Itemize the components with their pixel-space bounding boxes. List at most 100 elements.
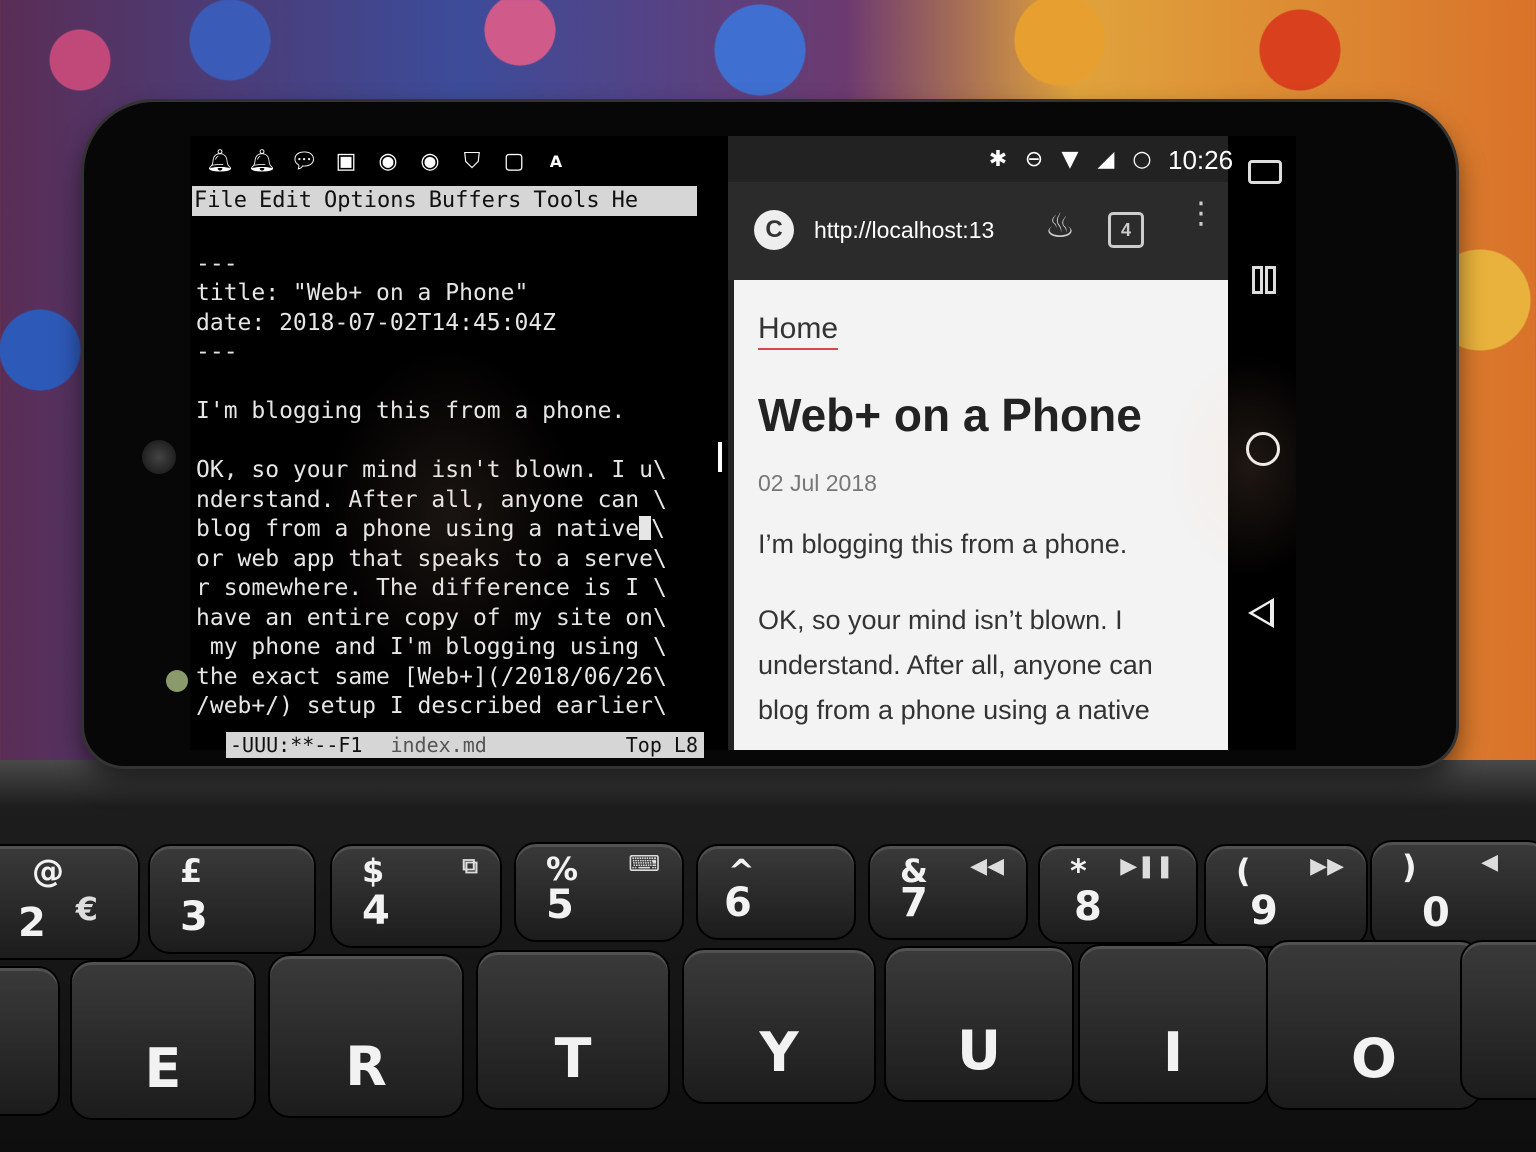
key-e-label: E (144, 1037, 182, 1100)
key-u-label: U (957, 1019, 1001, 1082)
buffer-line: --- (196, 339, 238, 365)
key-y[interactable]: Y (682, 948, 876, 1104)
key-0[interactable]: ) 0 ◀ (1370, 840, 1536, 950)
notification-3-icon: 🔔︎ (206, 149, 234, 174)
overflow-menu-icon[interactable]: ⋮ (1186, 199, 1216, 248)
key-7-label: 7 (900, 880, 928, 926)
buffer-line: date: 2018-07-02T14:45:04Z (196, 309, 557, 336)
browser-window: ✱ ⊖ ▼ ◢ ○ 10:26 C http://localhost:13 ♨ … (728, 136, 1233, 750)
key-3[interactable]: £ 3 (148, 844, 316, 954)
menu-help[interactable]: He (612, 188, 639, 213)
flame-icon[interactable]: ♨ (1042, 206, 1078, 250)
modeline-status: -UUU:**--F1 (230, 733, 363, 757)
buffer-line-cursor: blog from a phone using a native \ (196, 515, 667, 545)
key-8-label: 8 (1074, 884, 1102, 930)
key-e[interactable]: E (70, 960, 256, 1120)
key-0-symbol: ) (1402, 848, 1417, 886)
home-link[interactable]: Home (758, 312, 839, 350)
key-9-symbol: ( (1236, 852, 1251, 890)
tab-switcher-button[interactable]: 4 (1108, 212, 1144, 248)
key-3-symbol: £ (180, 852, 203, 890)
play-pause-icon: ▶❚❚ (1120, 854, 1174, 879)
key-4-label: 4 (362, 888, 390, 934)
key-6-label: 6 (724, 880, 752, 926)
home-button[interactable] (1246, 432, 1280, 466)
post-paragraph-1: I’m blogging this from a phone. (758, 529, 1128, 559)
key-7[interactable]: & 7 ◀◀ (868, 844, 1028, 940)
key-r[interactable]: R (268, 954, 464, 1118)
key-9-label: 9 (1250, 888, 1278, 934)
buffer-line: nderstand. After all, anyone can \ (196, 486, 667, 513)
mute-icon: ◀ (1481, 850, 1498, 875)
key-i[interactable]: I (1078, 944, 1268, 1104)
menu-buffers[interactable]: Buffers (429, 188, 522, 213)
key-2-label: 2 (18, 900, 46, 946)
key-5[interactable]: % 5 ⌨ (514, 842, 684, 942)
buffer-line: title: "Web+ on a Phone" (196, 280, 529, 306)
record-icon: ◉ (378, 149, 398, 174)
emacs-menubar: File Edit Options Buffers Tools He (192, 186, 697, 216)
bluetooth-keyboard: @ 2 € £ 3 $ 4 ⧉ % 5 ⌨ ^ 6 & 7 ◀◀ * 8 ▶❚❚… (0, 760, 1536, 1152)
browser-toolbar: C http://localhost:13 ♨ 4 ⋮ (728, 182, 1228, 280)
buffer-line: --- (196, 250, 238, 277)
key-i-label: I (1162, 1021, 1184, 1084)
back-button[interactable] (1248, 598, 1274, 628)
signal-icon: ◢ (1097, 147, 1115, 172)
key-y-label: Y (759, 1021, 799, 1084)
key-8[interactable]: * 8 ▶❚❚ (1038, 844, 1198, 944)
key-r-label: R (345, 1035, 387, 1098)
site-icon[interactable]: C (754, 210, 794, 250)
status-clock: 10:26 (1168, 144, 1234, 175)
loading-ring-icon: ○ (1132, 147, 1152, 172)
key-6[interactable]: ^ 6 (696, 844, 856, 940)
split-divider-handle[interactable] (718, 442, 722, 472)
menu-file[interactable]: File (194, 188, 247, 213)
key-4[interactable]: $ 4 ⧉ (330, 844, 502, 948)
key-left-edge[interactable] (0, 966, 60, 1116)
buffer-line (196, 427, 667, 457)
wifi-icon: ▼ (1061, 147, 1079, 172)
key-u[interactable]: U (884, 946, 1074, 1102)
key-2[interactable]: @ 2 € (0, 844, 140, 960)
menu-tools[interactable]: Tools (533, 188, 599, 213)
android-navbar (1228, 136, 1296, 750)
buffer-line: have an entire copy of my site on\ (196, 604, 667, 631)
bell-icon: 🔔︎ (248, 149, 276, 174)
chat-bubble-icon: 💬︎ (290, 149, 318, 174)
menu-options[interactable]: Options (324, 188, 417, 213)
key-2-symbol: @ (32, 852, 64, 890)
key-5-label: 5 (546, 882, 574, 928)
fast-forward-icon: ▶▶ (1310, 854, 1344, 879)
phone-speaker (142, 440, 176, 474)
emacs-buffer[interactable]: --- title: "Web+ on a Phone" date: 2018-07… (196, 220, 667, 781)
emacs-editor[interactable]: File Edit Options Buffers Tools He --- title: … (190, 184, 710, 758)
buffer-line: the exact same [Web+](/2018/06/26\ (196, 663, 667, 690)
screens-icon: ⧉ (462, 854, 478, 879)
web-page: Home Web+ on a Phone 02 Jul 2018 I’m blo… (734, 280, 1228, 750)
record-icon-2: ◉ (420, 149, 440, 174)
phone-screen: 🔔︎ 🔔︎ 💬︎ ▣ ◉ ◉ ⛉ ▢ A File Edit Options Buff… (190, 136, 1296, 758)
key-o[interactable]: O (1266, 940, 1482, 1110)
emacs-modeline: -UUU:**--F1 index.md Top L8 (226, 732, 704, 758)
shield-icon: ⛉ (463, 149, 481, 174)
key-right-edge[interactable] (1460, 940, 1536, 1100)
key-4-symbol: $ (362, 852, 385, 890)
line-continuation: \ (651, 516, 665, 542)
buffer-line: OK, so your mind isn't blown. I u\ (196, 457, 667, 483)
buffer-line: or web app that speaks to a serve\ (196, 545, 667, 572)
menu-edit[interactable]: Edit (259, 188, 312, 213)
address-bar[interactable]: http://localhost:13 (814, 212, 994, 248)
keyboard-switch-icon[interactable] (1248, 160, 1282, 184)
buffer-line: I'm blogging this from a phone. (196, 398, 626, 424)
do-not-disturb-icon: ⊖ (1024, 147, 1044, 172)
post-paragraph-2: OK, so your mind isn’t blown. I understa… (758, 605, 1153, 725)
key-9[interactable]: ( 9 ▶▶ (1204, 844, 1368, 948)
image-icon: ▣ (335, 149, 357, 174)
split-screen-icon[interactable] (1252, 266, 1278, 294)
post-title: Web+ on a Phone (758, 389, 1142, 441)
buffer-line (196, 368, 667, 398)
key-2-euro: € (75, 890, 98, 928)
key-3-label: 3 (180, 894, 208, 940)
key-t[interactable]: T (476, 950, 670, 1110)
post-date: 02 Jul 2018 (758, 470, 877, 496)
